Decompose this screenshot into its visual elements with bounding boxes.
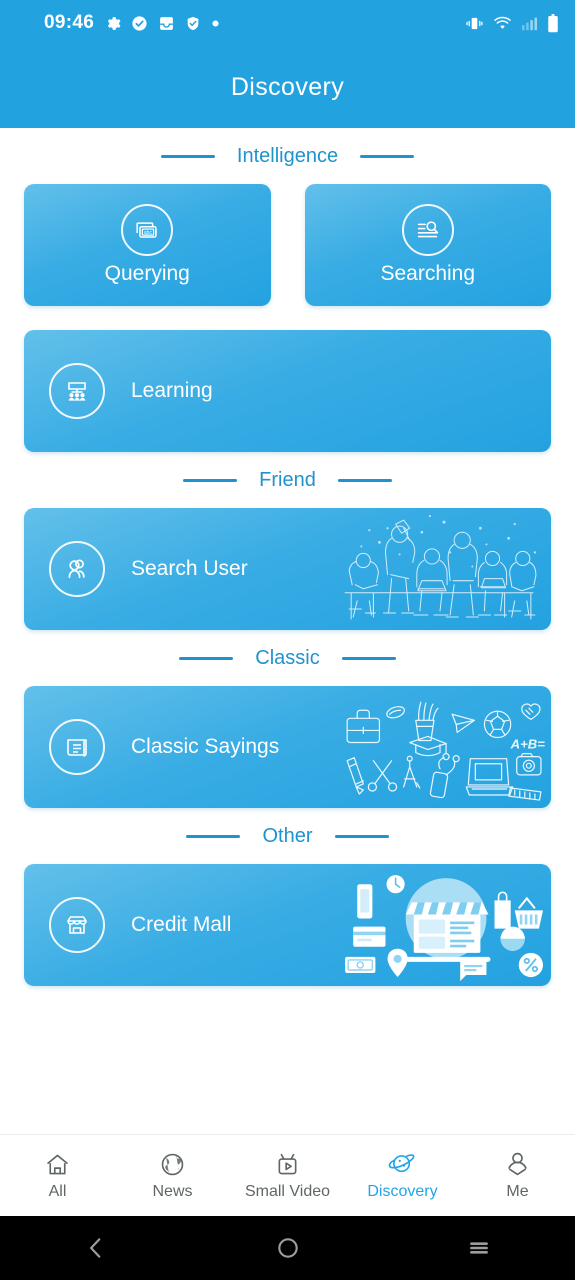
- divider-line-right: [334, 834, 389, 838]
- card-querying[interactable]: abc Querying: [24, 184, 271, 306]
- tab-all[interactable]: All: [0, 1135, 115, 1216]
- system-navigation-bar: [0, 1216, 575, 1280]
- tab-news[interactable]: News: [115, 1135, 230, 1216]
- ecommerce-illustration: [345, 875, 543, 982]
- tab-small-video[interactable]: Small Video: [230, 1135, 345, 1216]
- shield-check-icon: [187, 16, 199, 30]
- card-label: Search User: [131, 557, 248, 580]
- divider-line-right: [337, 478, 392, 482]
- divider-line-left: [183, 478, 238, 482]
- check-circle-icon: [132, 15, 147, 31]
- scroll-document-icon: [49, 719, 105, 775]
- status-bar-right: [465, 13, 559, 33]
- dot-icon: [212, 19, 219, 27]
- team-meeting-illustration: [344, 514, 537, 620]
- classroom-icon: [49, 363, 105, 419]
- document-search-icon: [401, 204, 454, 256]
- inbox-icon: [160, 16, 173, 30]
- status-bar: 09:46: [0, 0, 575, 46]
- divider-line-left: [186, 834, 241, 838]
- section-header-classic: Classic: [0, 630, 575, 686]
- gear-icon: [108, 16, 121, 30]
- two-users-icon: [49, 541, 105, 597]
- card-label: Credit Mall: [131, 913, 232, 936]
- section-label: Classic: [255, 646, 320, 669]
- discovery-content: Intelligence abc Querying Searching Lear…: [0, 128, 575, 1134]
- tab-label: All: [48, 1183, 67, 1200]
- section-header-other: Other: [0, 808, 575, 864]
- person-icon: [508, 1152, 527, 1176]
- home-circle-icon: [277, 1238, 298, 1258]
- card-classic-sayings[interactable]: Classic Sayings A+B=C: [24, 686, 551, 808]
- card-searching[interactable]: Searching: [304, 184, 551, 306]
- card-label: Classic Sayings: [131, 735, 280, 758]
- storefront-icon: [49, 897, 105, 953]
- section-label: Other: [262, 824, 313, 847]
- wifi-icon: [494, 16, 511, 29]
- battery-icon: [548, 13, 558, 32]
- school-supplies-doodles: A+B=C: [346, 701, 545, 801]
- tab-label: News: [152, 1183, 193, 1200]
- recents-icon: [470, 1242, 489, 1254]
- divider-line-right: [360, 154, 415, 158]
- back-button[interactable]: [0, 1235, 192, 1261]
- section-label: Intelligence: [236, 144, 339, 167]
- recents-button[interactable]: [383, 1235, 575, 1261]
- section-label: Friend: [259, 468, 316, 491]
- tab-label: Small Video: [244, 1183, 331, 1200]
- card-label: Learning: [131, 379, 213, 402]
- tab-label: Discovery: [367, 1183, 438, 1200]
- card-label: Searching: [380, 262, 476, 285]
- back-icon: [89, 1238, 101, 1258]
- intelligence-card-row: abc Querying Searching: [0, 184, 575, 306]
- bottom-tab-bar: All News Small Video Discovery Me: [0, 1134, 575, 1216]
- card-search-user[interactable]: Search User: [24, 508, 551, 630]
- divider-line-left: [179, 656, 234, 660]
- status-bar-left: 09:46: [44, 12, 220, 34]
- tab-label: Me: [506, 1183, 529, 1200]
- abc-cards-icon: abc: [121, 204, 174, 256]
- card-label: Querying: [104, 262, 190, 285]
- divider-line-left: [160, 154, 215, 158]
- card-credit-mall[interactable]: Credit Mall: [24, 864, 551, 986]
- planet-icon: [388, 1154, 415, 1173]
- card-learning[interactable]: Learning: [24, 330, 551, 452]
- svg-text:abc: abc: [144, 230, 153, 236]
- status-bar-clock: 09:46: [44, 12, 95, 33]
- app-bar: Discovery: [0, 46, 575, 128]
- home-icon: [47, 1154, 68, 1175]
- tab-me[interactable]: Me: [460, 1135, 575, 1216]
- vibrate-icon: [466, 17, 483, 29]
- globe-icon: [161, 1153, 184, 1176]
- divider-line-right: [341, 656, 396, 660]
- signal-icon: [522, 17, 537, 30]
- home-button[interactable]: [192, 1235, 384, 1261]
- section-header-intelligence: Intelligence: [0, 128, 575, 184]
- tv-play-icon: [278, 1153, 297, 1175]
- svg-text:A+B=C: A+B=C: [510, 737, 545, 752]
- tab-discovery[interactable]: Discovery: [345, 1135, 460, 1216]
- section-header-friend: Friend: [0, 452, 575, 508]
- page-title: Discovery: [230, 72, 345, 101]
